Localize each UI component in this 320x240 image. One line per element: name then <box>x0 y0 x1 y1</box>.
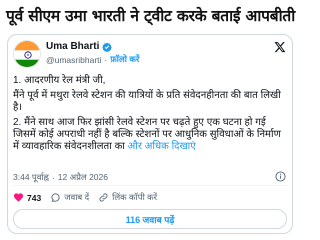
verified-badge-icon <box>102 42 113 52</box>
tweet-paragraph: मैंने पूर्व में मथुरा रेलवे स्टेशन की या… <box>13 90 285 114</box>
read-replies-button[interactable]: 116 जवाब पढ़ें <box>13 209 287 229</box>
separator-dot: · <box>51 172 55 183</box>
copy-link-button[interactable]: लिंक कॉपी करें <box>98 192 157 203</box>
author-handle[interactable]: @umasribharti <box>46 55 101 65</box>
separator-dot: · <box>104 54 108 65</box>
show-more-link[interactable]: और अधिक दिखाएं <box>128 141 196 152</box>
like-button[interactable]: 743 <box>13 192 41 203</box>
author-name[interactable]: Uma Bharti <box>46 41 99 52</box>
tweet-paragraph-text: मैंने पूर्व में मथुरा रेलवे स्टेशन की या… <box>13 90 281 113</box>
article-headline: पूर्व सीएम उमा भारती ने ट्वीट करके बताई … <box>6 7 296 25</box>
tweet-date: 12 अप्रैल 2026 <box>57 172 108 182</box>
reply-button[interactable]: जवाब दें <box>50 192 89 203</box>
embedded-tweet-card[interactable]: Uma Bharti @umasribharti · फ़ॉलो करें 1.… <box>7 34 293 234</box>
tweet-timestamp[interactable]: 3:44 पूर्वाह्न · 12 अप्रैल 2026 <box>13 172 108 183</box>
tweet-actions: 743 जवाब दें लिंक कॉपी करें <box>13 192 287 203</box>
tweet-text: 1. आदरणीय रेल मंत्री जी, मैंने पूर्व में… <box>13 75 285 156</box>
tweet-paragraph: 1. आदरणीय रेल मंत्री जी, <box>13 75 106 86</box>
tweet-paragraph: 2. मैंने साथ आज फिर झांसी रेलवे स्टेशन प… <box>13 117 285 153</box>
india-flag-avatar[interactable] <box>13 40 41 68</box>
info-icon[interactable] <box>275 171 286 182</box>
follow-button[interactable]: फ़ॉलो करें <box>110 54 139 65</box>
link-icon <box>99 193 108 202</box>
x-logo-icon[interactable] <box>274 41 286 53</box>
divider <box>13 185 287 186</box>
heart-icon <box>13 193 24 202</box>
reply-bubble-icon <box>51 193 60 202</box>
likes-count: 743 <box>27 192 42 203</box>
copy-link-label: लिंक कॉपी करें <box>112 192 158 202</box>
tweet-time: 3:44 पूर्वाह्न <box>13 172 49 182</box>
reply-label: जवाब दें <box>64 192 90 202</box>
